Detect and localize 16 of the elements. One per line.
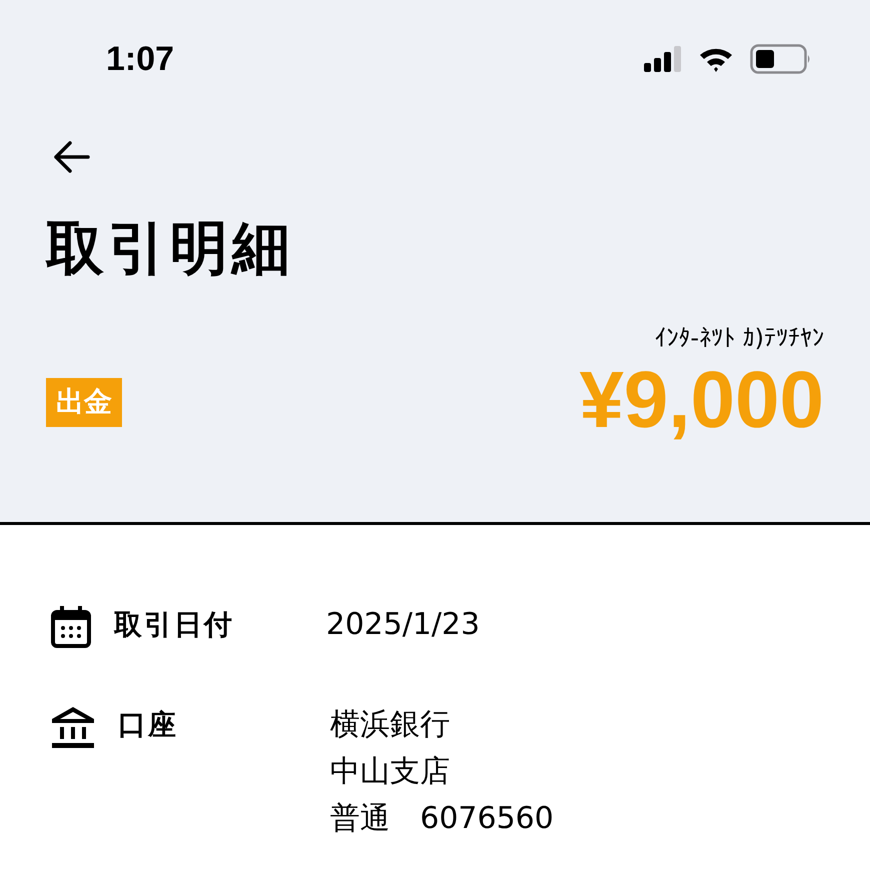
transaction-type-badge: 出金 [46,378,122,427]
detail-value: 横浜銀行 [330,706,451,744]
detail-label: 口座 [118,707,179,743]
detail-value: 2025/1/23 [326,606,480,644]
signal-icon [644,46,682,72]
detail-value: 普通 6076560 [330,800,554,838]
calendar-icon [50,605,92,649]
detail-value: 中山支店 [330,753,451,791]
payee-name: ｲﾝﾀ-ﾈﾂﾄ ｶ)ﾃﾂﾁﾔﾝ [654,324,824,352]
battery-icon [750,44,812,74]
status-time: 1:07 [106,40,174,78]
detail-label: 取引日付 [114,607,235,643]
amount: ¥9,000 [579,356,824,444]
page-title: 取引明細 [46,214,295,284]
back-arrow-icon [52,140,90,174]
bank-icon [50,705,96,749]
